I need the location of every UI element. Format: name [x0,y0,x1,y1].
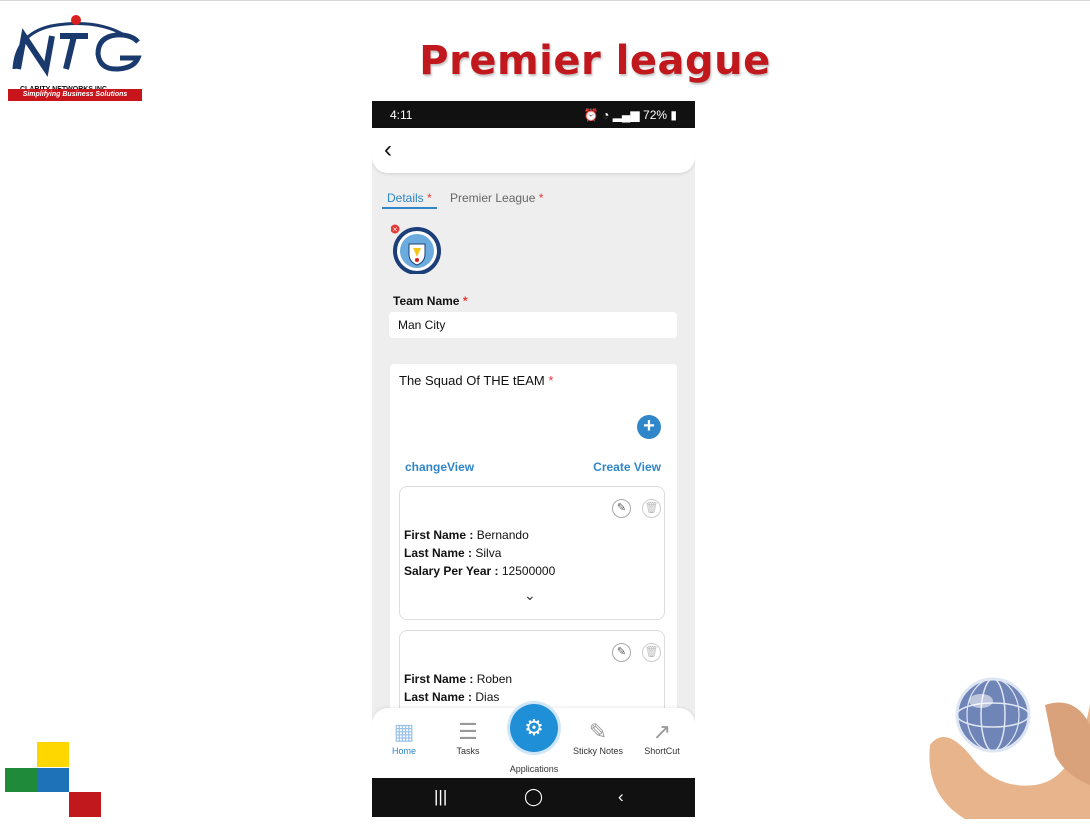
nav-shortcut[interactable]: ↗ ShortCut [632,718,692,756]
first-name-value: Roben [476,672,513,686]
nav-sticky-notes[interactable]: ✎ Sticky Notes [568,718,628,756]
home-circle-icon[interactable]: ◯ [524,787,543,807]
nav-tasks-label: Tasks [456,746,480,756]
shortcut-icon: ↗ [652,719,672,744]
nav-tasks[interactable]: ☰ Tasks [438,718,498,756]
delete-trash-icon[interactable]: 🗑 [642,499,661,518]
change-view-link[interactable]: changeView [405,460,474,474]
required-marker: * [548,373,554,388]
system-navigation-bar: ||| ◯ ‹ [372,778,695,817]
recent-apps-icon[interactable]: ||| [434,787,447,807]
create-view-link[interactable]: Create View [593,460,661,474]
first-name-value: Bernando [476,528,529,542]
nav-applications-label: Applications [509,764,559,774]
team-name-label-text: Team Name [393,294,460,308]
deco-square-green [5,768,37,792]
edit-pencil-icon[interactable]: ✎ [612,643,631,662]
home-grid-icon: ▦ [393,719,415,744]
slide-title: Premier league [419,38,771,84]
squad-title: The Squad Of THE tEAM * [399,373,553,388]
deco-square-blue [37,768,69,792]
delete-trash-icon[interactable]: 🗑 [642,643,661,662]
sticky-notes-icon: ✎ [588,719,608,744]
top-divider [0,0,1090,1]
team-name-input[interactable]: Man City [389,312,677,338]
battery-percent: 72% [643,108,668,122]
first-name-label: First Name : [404,672,474,686]
tab-details[interactable]: Details * [382,189,437,209]
nav-home-label: Home [391,746,416,756]
status-bar: 4:11 ⏰ ◔ ▂▄▆ 72% ▮ [372,101,695,128]
status-right: ⏰ ◔ ▂▄▆ 72% ▮ [584,108,677,122]
salary-value: 12500000 [501,564,556,578]
alarm-icon: ⏰ [583,108,599,122]
last-name-label: Last Name : [404,690,473,704]
wifi-icon: ◔ [602,108,610,122]
tab-details-label: Details [387,191,424,205]
bottom-navigation: ▦ Home ☰ Tasks ⚙ Applications ✎ Sticky N… [372,704,695,778]
team-name-label: Team Name * [393,294,468,308]
edit-pencil-icon[interactable]: ✎ [612,499,631,518]
back-arrow-icon[interactable]: ‹ [384,138,392,162]
logo-tagline: Simplifying Business Solutions [8,89,142,101]
globe-in-hands-image [925,665,1090,819]
svg-text:×: × [392,226,398,234]
deco-square-red [69,792,101,817]
tab-premier-league-label: Premier League [450,191,536,205]
add-player-button[interactable]: + [637,415,661,439]
required-marker: * [538,191,544,205]
phone-screen: 4:11 ⏰ ◔ ▂▄▆ 72% ▮ ‹ Details * Premier L… [372,101,695,817]
tasks-list-icon: ☰ [458,719,478,744]
deco-square-yellow [37,742,69,767]
team-badge[interactable]: × [390,224,441,275]
salary-label: Salary Per Year : [404,564,499,578]
app-bar: ‹ [372,128,695,173]
tab-premier-league[interactable]: Premier League * [445,189,548,207]
required-marker: * [462,294,468,308]
chevron-down-icon[interactable]: ⌄ [524,587,536,604]
first-name-label: First Name : [404,528,474,542]
applications-gear-icon[interactable]: ⚙ [510,704,558,752]
nav-home[interactable]: ▦ Home [374,718,434,756]
nav-shortcut-label: ShortCut [644,746,680,756]
last-name-label: Last Name : [404,546,473,560]
system-back-icon[interactable]: ‹ [618,787,624,807]
nav-sticky-notes-label: Sticky Notes [572,746,623,756]
required-marker: * [427,191,432,205]
battery-icon: ▮ [670,108,677,122]
player-card[interactable]: ✎ 🗑 First Name : Bernando Last Name : Si… [399,486,665,620]
last-name-value: Dias [475,690,500,704]
squad-title-text: The Squad Of THE tEAM [399,373,545,388]
last-name-value: Silva [475,546,502,560]
status-time: 4:11 [390,108,413,122]
signal-icon: ▂▄▆ [612,108,640,122]
